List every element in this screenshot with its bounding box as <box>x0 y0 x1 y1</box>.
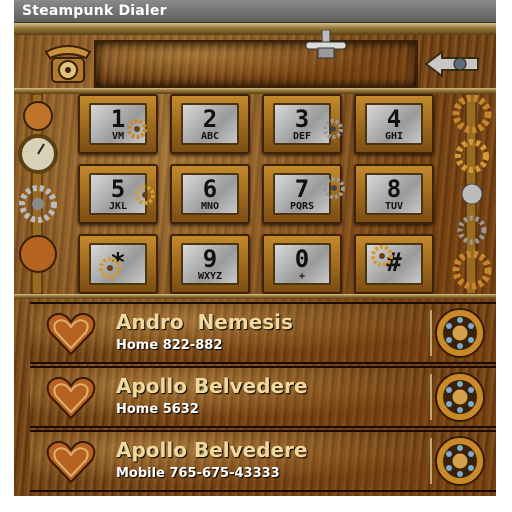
dialer-app: Steampunk Dialer 1 VM 2 ABC 3 DEF 4 GHI … <box>14 0 496 496</box>
top-pipe <box>14 23 496 35</box>
valve-icon <box>305 30 347 59</box>
rotary-dial-icon[interactable] <box>434 435 486 487</box>
heart-icon <box>46 312 96 356</box>
left-gear-column <box>18 94 58 294</box>
contact-detail: Home 822-882 <box>116 338 222 353</box>
heart-icon <box>46 440 96 484</box>
key-4[interactable]: 4 GHI <box>354 94 434 154</box>
contact-name: Apollo Belvedere <box>116 374 308 398</box>
contact-type: Home <box>116 402 159 417</box>
key-2[interactable]: 2 ABC <box>170 94 250 154</box>
key-hash[interactable]: # <box>354 234 434 294</box>
contact-name: Apollo Belvedere <box>116 438 308 462</box>
app-title: Steampunk Dialer <box>22 3 167 19</box>
contact-row[interactable]: Andro Nemesis Home 822-882 <box>30 302 496 364</box>
separator <box>430 438 432 484</box>
gear-icon <box>99 257 121 279</box>
gear-icon <box>127 119 147 139</box>
key-8[interactable]: 8 TUV <box>354 164 434 224</box>
contact-number: 5632 <box>162 402 199 417</box>
separator <box>430 374 432 420</box>
contact-row[interactable]: Apollo Belvedere Mobile 765-675-43333 <box>30 430 496 492</box>
number-display[interactable] <box>94 40 418 88</box>
key-face: 2 ABC <box>181 103 239 145</box>
contact-number: 822-882 <box>162 338 223 353</box>
key-face: 4 GHI <box>365 103 423 145</box>
rotary-dial-icon[interactable] <box>434 307 486 359</box>
key-6[interactable]: 6 MNO <box>170 164 250 224</box>
gear-icon <box>323 177 345 199</box>
contact-type: Mobile <box>116 466 165 481</box>
contact-number: 765-675-43333 <box>169 466 280 481</box>
key-9[interactable]: 9 WXYZ <box>170 234 250 294</box>
key-face: 8 TUV <box>365 173 423 215</box>
gear-icon <box>135 185 155 205</box>
gear-icon <box>323 119 343 139</box>
contact-detail: Mobile 765-675-43333 <box>116 466 280 481</box>
contact-type: Home <box>116 338 159 353</box>
rotary-dial-icon[interactable] <box>434 371 486 423</box>
contact-name: Andro Nemesis <box>116 310 293 334</box>
key-face: 9 WXYZ <box>181 243 239 285</box>
key-face: 0 + <box>273 243 331 285</box>
rotary-phone-icon <box>44 45 92 83</box>
separator <box>430 310 432 356</box>
contact-list: Andro Nemesis Home 822-882 Apollo Belved… <box>14 298 496 496</box>
keypad: 1 VM 2 ABC 3 DEF 4 GHI 5 JKL 6 MNO 7 PQR… <box>78 94 448 294</box>
backspace-arrow-icon[interactable] <box>424 48 480 80</box>
gear-icon <box>371 245 393 267</box>
contact-detail: Home 5632 <box>116 402 199 417</box>
key-0[interactable]: 0 + <box>262 234 342 294</box>
contact-row[interactable]: Apollo Belvedere Home 5632 <box>30 366 496 428</box>
heart-icon <box>46 376 96 420</box>
title-bar: Steampunk Dialer <box>14 0 496 23</box>
right-gear-column <box>452 94 492 294</box>
key-face: 6 MNO <box>181 173 239 215</box>
